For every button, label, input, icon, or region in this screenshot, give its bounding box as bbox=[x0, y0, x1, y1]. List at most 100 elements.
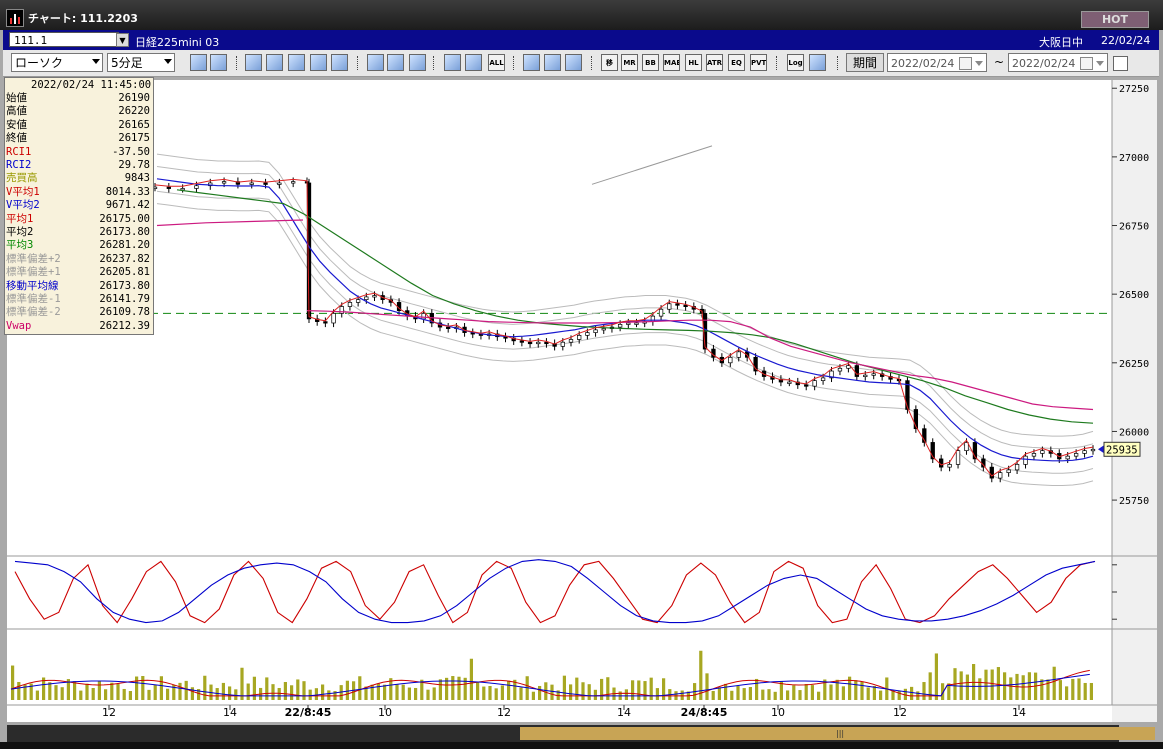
arrow-down-button[interactable] bbox=[245, 54, 262, 71]
volume-bar bbox=[910, 686, 914, 700]
atr-button[interactable]: ATR bbox=[706, 54, 723, 71]
info-row: 売買高 9843 bbox=[6, 172, 150, 185]
candle-button[interactable] bbox=[444, 54, 461, 71]
info-datetime: 2022/02/24 11:45:00 bbox=[31, 79, 152, 91]
interval-select[interactable]: 5分足 bbox=[107, 53, 175, 72]
time-tick-label: 14 bbox=[1012, 706, 1026, 719]
all-button[interactable]: ALL bbox=[488, 54, 505, 71]
pencil-button[interactable] bbox=[367, 54, 384, 71]
volume-bar bbox=[717, 687, 721, 700]
color-button[interactable] bbox=[565, 54, 582, 71]
info-button[interactable] bbox=[331, 54, 348, 71]
mae-button[interactable]: MAE bbox=[663, 54, 680, 71]
bar-scale-button[interactable] bbox=[288, 54, 305, 71]
candle bbox=[1023, 455, 1028, 465]
zoom-in-button[interactable] bbox=[266, 54, 283, 71]
info-row: 平均3 26281.20 bbox=[6, 239, 150, 252]
volume-bar bbox=[414, 687, 418, 700]
info-value: 26141.79 bbox=[99, 293, 150, 305]
info-label: Vwap bbox=[6, 319, 32, 332]
volume-bar bbox=[122, 688, 126, 700]
info-value: 26205.81 bbox=[99, 266, 150, 279]
volume-bar bbox=[141, 676, 145, 700]
volume-bar bbox=[166, 688, 170, 700]
volume-bar bbox=[476, 682, 480, 700]
volume-bar bbox=[252, 676, 256, 700]
date-from-input[interactable]: 2022/02/24 bbox=[887, 53, 987, 72]
volume-bar bbox=[271, 684, 275, 700]
period-checkbox[interactable] bbox=[1113, 56, 1128, 71]
candle bbox=[560, 341, 565, 347]
eq-button[interactable]: EQ bbox=[728, 54, 745, 71]
price-tick-label: 27250 bbox=[1119, 84, 1149, 95]
calendar-icon[interactable] bbox=[1080, 57, 1093, 70]
volume-bar bbox=[866, 687, 870, 700]
candle bbox=[544, 341, 549, 345]
hot-button[interactable]: HOT bbox=[1081, 11, 1149, 28]
window-bottom-edge bbox=[0, 742, 1163, 749]
volume-bar bbox=[643, 681, 647, 700]
info-value: 26175 bbox=[118, 132, 150, 145]
volume-bar bbox=[1083, 682, 1087, 700]
time-tick-label: 12 bbox=[102, 706, 116, 719]
tool-button[interactable] bbox=[544, 54, 561, 71]
volume-bar bbox=[1052, 666, 1056, 700]
candle bbox=[617, 324, 623, 328]
toolbar-separator bbox=[513, 56, 515, 70]
volume-bar bbox=[984, 669, 988, 700]
pvt-button[interactable]: PVT bbox=[750, 54, 767, 71]
info-row: V平均2 9671.42 bbox=[6, 199, 150, 212]
volume-bar bbox=[1027, 672, 1031, 700]
info-row: 標準偏差+2 26237.82 bbox=[6, 253, 150, 266]
axis-background bbox=[1112, 80, 1157, 722]
cursor-button[interactable] bbox=[387, 54, 404, 71]
hl-button[interactable]: HL bbox=[685, 54, 702, 71]
volume-bar bbox=[48, 682, 52, 700]
volume-bar bbox=[606, 677, 610, 700]
candle bbox=[634, 322, 639, 325]
symbol-code-input[interactable]: 111.1 bbox=[9, 32, 119, 47]
symbol-dropdown-arrow[interactable]: ▼ bbox=[116, 33, 129, 47]
volume-bar bbox=[135, 676, 139, 700]
volume-bar bbox=[810, 685, 814, 700]
undo-button[interactable] bbox=[409, 54, 426, 71]
volume-bar bbox=[345, 680, 349, 700]
calendar-icon[interactable] bbox=[959, 57, 972, 70]
zoom-button[interactable] bbox=[190, 54, 207, 71]
info-value: 26173.80 bbox=[99, 226, 150, 238]
volume-bar bbox=[767, 689, 771, 700]
date-to-input[interactable]: 2022/02/24 bbox=[1008, 53, 1108, 72]
time-tick-label: 24/8:45 bbox=[681, 706, 728, 719]
candle bbox=[577, 334, 582, 340]
scrollbar-grip-icon[interactable]: ||| bbox=[836, 729, 844, 738]
info-label: 安値 bbox=[6, 118, 27, 131]
log-button[interactable]: Log bbox=[787, 54, 804, 71]
volume-bar bbox=[221, 682, 225, 700]
candle bbox=[1065, 455, 1070, 460]
volume-bar bbox=[730, 690, 734, 700]
volume-bar bbox=[321, 684, 325, 700]
mr-button[interactable]: MR bbox=[621, 54, 638, 71]
candle bbox=[1031, 453, 1037, 457]
info-row: RCI2 29.78 bbox=[6, 159, 150, 172]
info-row: 高値 26220 bbox=[6, 105, 150, 118]
chart-type-select[interactable]: ローソク bbox=[11, 53, 103, 72]
settings-button[interactable] bbox=[523, 54, 540, 71]
ma-button[interactable]: 移 bbox=[601, 54, 618, 71]
volume-bar bbox=[841, 686, 845, 700]
price-tick-label: 26500 bbox=[1119, 290, 1149, 301]
range-separator: ~ bbox=[994, 55, 1005, 69]
volume-bar bbox=[773, 691, 777, 700]
bb-button[interactable]: BB bbox=[642, 54, 659, 71]
candle-alt-button[interactable] bbox=[465, 54, 482, 71]
date-to-value: 2022/02/24 bbox=[1012, 57, 1076, 70]
export-button[interactable] bbox=[809, 54, 826, 71]
split-button[interactable] bbox=[210, 54, 227, 71]
flip-button[interactable] bbox=[310, 54, 327, 71]
period-button[interactable]: 期間 bbox=[846, 53, 884, 72]
volume-bar bbox=[128, 691, 132, 700]
chart-area[interactable]: 27250 27000 26750 26500 26250 26000 25750 12 14 2… bbox=[7, 80, 1157, 722]
volume-bar bbox=[426, 689, 430, 700]
volume-bar bbox=[742, 688, 746, 700]
volume-bar bbox=[85, 683, 89, 700]
